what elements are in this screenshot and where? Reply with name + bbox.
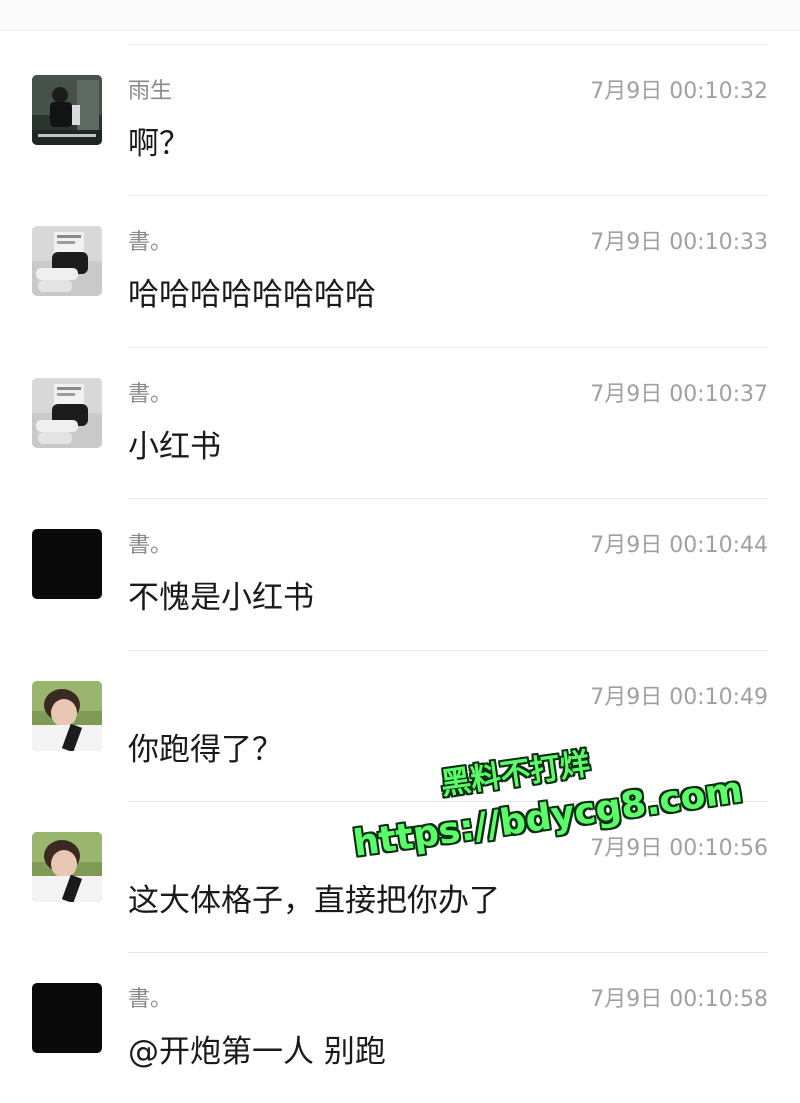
comment-item[interactable]: 7月9日 00:10:56 这大体格子，直接把你办了 — [0, 801, 800, 952]
avatar[interactable] — [32, 75, 102, 145]
sender-name: 雨生 — [128, 79, 173, 104]
timestamp: 7月9日 00:10:56 — [590, 836, 768, 861]
comment-text: 这大体格子，直接把你办了 — [128, 883, 500, 919]
comment-text: 啊？ — [128, 126, 190, 162]
timestamp: 7月9日 00:10:44 — [590, 533, 768, 558]
comment-text: @开炮第一人 别跑 — [128, 1034, 386, 1070]
divider — [128, 801, 768, 802]
divider — [128, 498, 768, 499]
comment-item[interactable]: 書。 7月9日 00:10:58 @开炮第一人 别跑 — [0, 952, 800, 1103]
timestamp: 7月9日 00:10:49 — [590, 685, 768, 710]
avatar[interactable] — [32, 226, 102, 296]
avatar[interactable] — [32, 529, 102, 599]
timestamp: 7月9日 00:10:37 — [590, 382, 768, 407]
divider — [128, 44, 768, 45]
comment-item[interactable]: 書。 7月9日 00:10:37 小红书 — [0, 347, 800, 498]
divider — [128, 195, 768, 196]
timestamp: 7月9日 00:10:32 — [590, 79, 768, 104]
comment-text: 小红书 — [128, 429, 221, 465]
sender-name: 書。 — [128, 382, 173, 407]
divider — [128, 952, 768, 953]
divider — [128, 650, 768, 651]
sender-name: 書。 — [128, 533, 173, 558]
comment-text: 哈哈哈哈哈哈哈哈 — [128, 277, 376, 313]
comment-list: 雨生 7月9日 00:10:32 啊？ 書。 7月9日 00:10:33 哈哈哈… — [0, 0, 800, 1098]
comment-item[interactable]: 7月9日 00:10:49 你跑得了？ — [0, 650, 800, 801]
comment-item[interactable]: 書。 7月9日 00:10:33 哈哈哈哈哈哈哈哈 — [0, 195, 800, 346]
comment-item[interactable]: 書。 7月9日 00:10:44 不愧是小红书 — [0, 498, 800, 649]
comment-text: 你跑得了？ — [128, 732, 283, 768]
sender-name: 書。 — [128, 230, 173, 255]
timestamp: 7月9日 00:10:33 — [590, 230, 768, 255]
timestamp: 7月9日 00:10:58 — [590, 987, 768, 1012]
avatar[interactable] — [32, 378, 102, 448]
comment-item[interactable]: 雨生 7月9日 00:10:32 啊？ — [0, 44, 800, 195]
sender-name: 書。 — [128, 987, 173, 1012]
divider — [128, 347, 768, 348]
avatar[interactable] — [32, 832, 102, 902]
comment-text: 不愧是小红书 — [128, 580, 314, 616]
avatar[interactable] — [32, 983, 102, 1053]
avatar[interactable] — [32, 681, 102, 751]
